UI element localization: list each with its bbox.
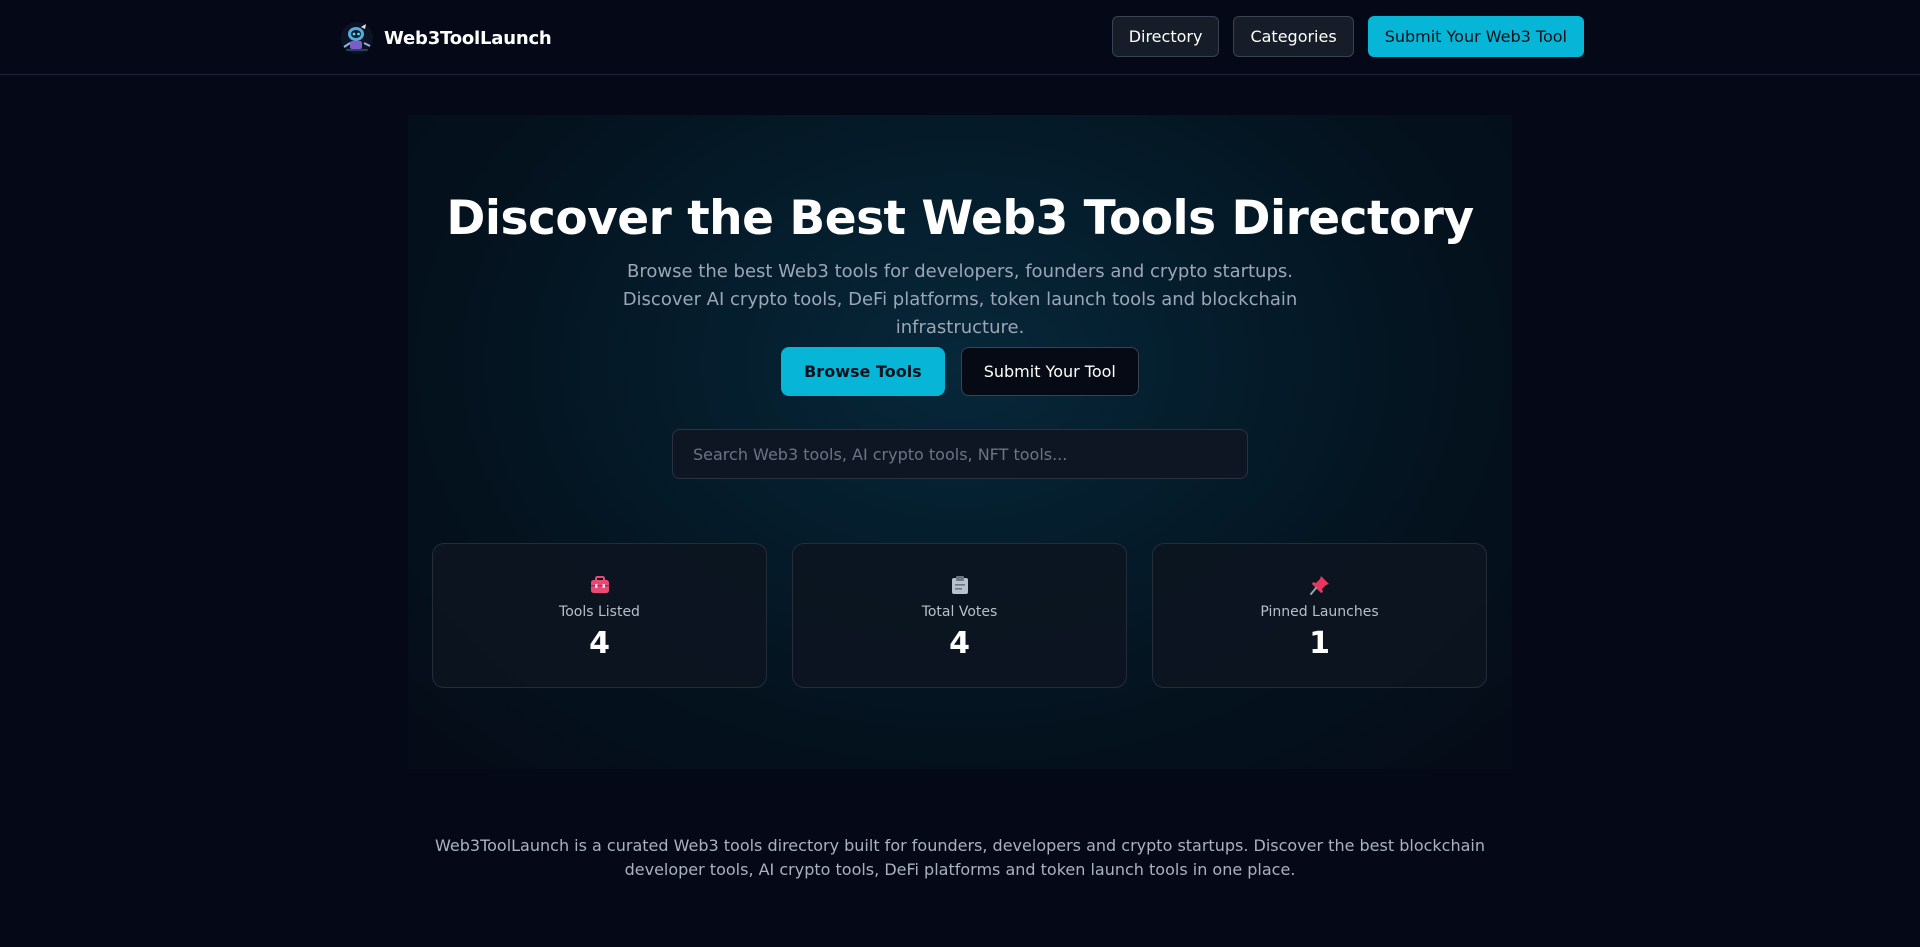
brand[interactable]: Web3ToolLaunch [340,18,552,58]
hero-section: Discover the Best Web3 Tools Directory B… [408,115,1512,769]
stat-value: 1 [1309,626,1330,661]
hero-title: Discover the Best Web3 Tools Directory [446,191,1474,246]
hero-subtitle: Browse the best Web3 tools for developer… [622,261,1298,338]
brand-name: Web3ToolLaunch [384,27,552,49]
stat-value: 4 [589,626,610,661]
nav-directory-button[interactable]: Directory [1111,16,1220,57]
about-text: Web3ToolLaunch is a curated Web3 tools d… [435,836,1485,879]
submit-your-tool-button[interactable]: Submit Your Tool [960,347,1139,396]
top-navbar: Web3ToolLaunch Directory Categories Subm… [0,0,1920,75]
stat-label: Total Votes [921,604,998,620]
browse-tools-button[interactable]: Browse Tools [781,347,945,396]
stat-card-total-votes: Total Votes 4 [792,543,1127,688]
hero-actions: Browse Tools Submit Your Tool [408,347,1512,396]
stat-card-pinned-launches: Pinned Launches 1 [1152,543,1487,688]
toolbox-icon [590,576,609,593]
search-input[interactable] [672,429,1248,479]
robot-astronaut-logo-icon [341,22,373,54]
submit-web3-tool-button[interactable]: Submit Your Web3 Tool [1367,16,1584,57]
stat-card-tools-listed: Tools Listed 4 [432,543,767,688]
stat-value: 4 [949,626,970,661]
stats-row: Tools Listed 4 Total Votes 4 Pinned Laun… [432,543,1488,688]
clipboard-icon [951,576,968,594]
pushpin-icon [1309,576,1329,595]
stat-label: Pinned Launches [1260,604,1379,620]
stat-label: Tools Listed [559,604,640,620]
nav-categories-button[interactable]: Categories [1233,16,1354,57]
nav-menu: Directory Categories Submit Your Web3 To… [1111,16,1584,57]
